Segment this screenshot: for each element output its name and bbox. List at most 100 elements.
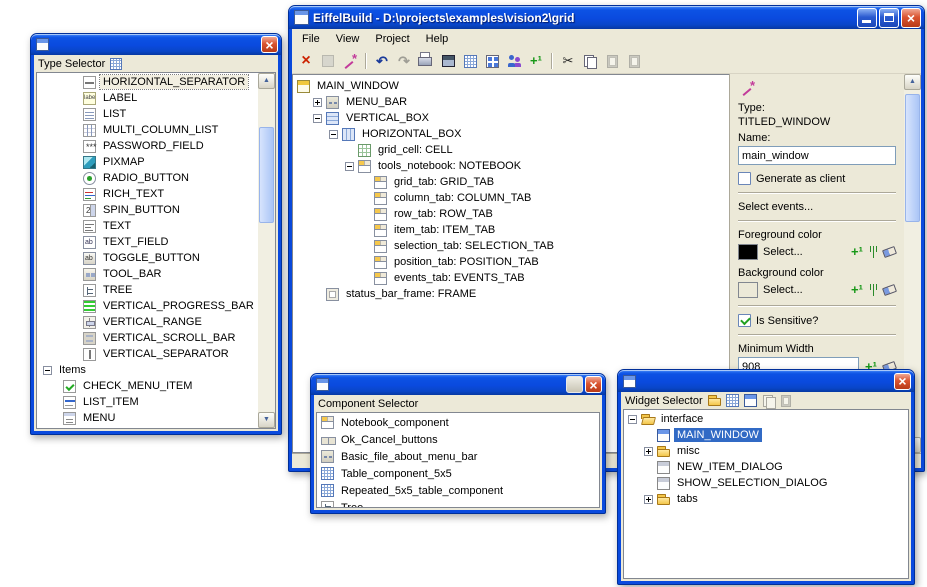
tree-item[interactable]: item_tab: ITEM_TAB xyxy=(293,222,729,238)
add-one-icon[interactable] xyxy=(850,245,864,259)
tree-item[interactable]: NEW_ITEM_DIALOG xyxy=(624,459,908,475)
is-sensitive-checkbox[interactable] xyxy=(738,314,751,327)
list-item[interactable]: VERTICAL_RANGE xyxy=(37,314,258,330)
scrollbar-track[interactable] xyxy=(258,89,275,412)
menu-help[interactable]: Help xyxy=(418,30,457,48)
list-item[interactable]: TOOL_BAR xyxy=(37,266,258,282)
title-bar[interactable] xyxy=(31,34,281,55)
scroll-up-button[interactable] xyxy=(904,74,921,90)
menu-file[interactable]: File xyxy=(294,30,328,48)
list-item[interactable]: LIST xyxy=(37,106,258,122)
grid-icon[interactable] xyxy=(460,51,480,71)
tree-item[interactable]: VERTICAL_BOX xyxy=(293,110,729,126)
list-item[interactable]: LABEL xyxy=(37,90,258,106)
expander-minus-icon[interactable] xyxy=(628,415,637,424)
paste-icon[interactable] xyxy=(780,394,792,407)
list-item[interactable]: VERTICAL_PROGRESS_BAR xyxy=(37,298,258,314)
list-item[interactable]: HORIZONTAL_SEPARATOR xyxy=(37,74,258,90)
tree-item[interactable]: MAIN_WINDOW xyxy=(624,427,908,443)
scrollbar-thumb[interactable] xyxy=(259,127,274,223)
tree-item[interactable]: SHOW_SELECTION_DIALOG xyxy=(624,475,908,491)
tree-item[interactable]: position_tab: POSITION_TAB xyxy=(293,254,729,270)
minimize-button[interactable] xyxy=(857,8,877,28)
tiles-icon[interactable] xyxy=(482,51,502,71)
paste-icon[interactable] xyxy=(602,51,622,71)
save-icon[interactable] xyxy=(318,51,338,71)
redo-icon[interactable] xyxy=(394,51,414,71)
expander-plus-icon[interactable] xyxy=(644,495,653,504)
scrollbar-thumb[interactable] xyxy=(905,94,920,222)
list-item[interactable]: MULTI_COLUMN_LIST xyxy=(37,122,258,138)
expander-minus-icon[interactable] xyxy=(345,162,354,171)
folder-icon[interactable] xyxy=(708,394,721,407)
tree-item[interactable]: HORIZONTAL_BOX xyxy=(293,126,729,142)
list-item[interactable]: Repeated_5x5_table_component xyxy=(317,482,599,499)
list-item[interactable]: VERTICAL_SEPARATOR xyxy=(37,346,258,362)
scroll-up-button[interactable] xyxy=(258,73,275,89)
grid-icon[interactable] xyxy=(726,394,739,407)
list-item[interactable]: Notebook_component xyxy=(317,414,599,431)
maximize-button[interactable] xyxy=(879,8,899,28)
list-item[interactable]: Ok_Cancel_buttons xyxy=(317,431,599,448)
list-item[interactable]: CHECK_MENU_ITEM xyxy=(37,378,258,394)
tree-item[interactable]: tools_notebook: NOTEBOOK xyxy=(293,158,729,174)
expander-minus-icon[interactable] xyxy=(43,366,52,375)
close-button[interactable] xyxy=(585,376,602,393)
expander-plus-icon[interactable] xyxy=(313,98,322,107)
foreground-select-button[interactable]: Select... xyxy=(763,246,803,258)
delete-icon[interactable] xyxy=(296,51,316,71)
window-icon[interactable] xyxy=(438,51,458,71)
scroll-down-button[interactable] xyxy=(258,412,275,428)
list-item[interactable]: TOGGLE_BUTTON xyxy=(37,250,258,266)
tree-item[interactable]: status_bar_frame: FRAME xyxy=(293,286,729,302)
list-item[interactable]: RICH_TEXT xyxy=(37,186,258,202)
list-item[interactable]: Tree xyxy=(317,499,599,507)
copy-icon[interactable] xyxy=(762,394,775,407)
list-item[interactable]: VERTICAL_SCROLL_BAR xyxy=(37,330,258,346)
tools-wand-icon[interactable] xyxy=(738,78,758,98)
cut-icon[interactable] xyxy=(558,51,578,71)
menu-project[interactable]: Project xyxy=(367,30,417,48)
tree-item[interactable]: MENU_BAR xyxy=(293,94,729,110)
copy-icon[interactable] xyxy=(580,51,600,71)
list-item[interactable]: Table_component_5x5 xyxy=(317,465,599,482)
add-one-icon[interactable] xyxy=(850,283,864,297)
list-item[interactable]: RADIO_BUTTON xyxy=(37,170,258,186)
close-button[interactable] xyxy=(261,36,278,53)
tree-item[interactable]: MAIN_WINDOW xyxy=(293,78,729,94)
generate-as-client-checkbox[interactable] xyxy=(738,172,751,185)
title-bar[interactable] xyxy=(311,374,605,395)
tree-item[interactable]: interface xyxy=(624,411,908,427)
print-icon[interactable] xyxy=(416,51,436,71)
menu-view[interactable]: View xyxy=(328,30,368,48)
tree-item[interactable]: column_tab: COLUMN_TAB xyxy=(293,190,729,206)
close-button[interactable] xyxy=(901,8,921,28)
list-item[interactable]: SPIN_BUTTON xyxy=(37,202,258,218)
list-item[interactable]: PASSWORD_FIELD xyxy=(37,138,258,154)
select-events-link[interactable]: Select events... xyxy=(738,201,896,213)
title-bar[interactable] xyxy=(618,370,914,392)
wand-icon[interactable] xyxy=(340,51,360,71)
list-item[interactable]: TEXT_FIELD xyxy=(37,234,258,250)
add-one-icon[interactable] xyxy=(526,51,546,71)
tree-item[interactable]: events_tab: EVENTS_TAB xyxy=(293,270,729,286)
expander-minus-icon[interactable] xyxy=(329,130,338,139)
list-item[interactable]: TEXT xyxy=(37,218,258,234)
tree-item[interactable]: selection_tab: SELECTION_TAB xyxy=(293,238,729,254)
expander-plus-icon[interactable] xyxy=(644,447,653,456)
tree-group[interactable]: Items xyxy=(37,362,258,378)
tree-item[interactable]: row_tab: ROW_TAB xyxy=(293,206,729,222)
fork-icon[interactable] xyxy=(869,246,878,258)
clipboard-icon[interactable] xyxy=(624,51,644,71)
type-selector-scrollbar[interactable] xyxy=(258,73,275,428)
list-item[interactable]: TREE xyxy=(37,282,258,298)
grid-icon[interactable] xyxy=(110,58,122,70)
eraser-icon[interactable] xyxy=(882,246,897,258)
users-icon[interactable] xyxy=(504,51,524,71)
tree-item[interactable]: tabs xyxy=(624,491,908,507)
background-select-button[interactable]: Select... xyxy=(763,284,803,296)
tree-item[interactable]: misc xyxy=(624,443,908,459)
tree-item[interactable]: grid_tab: GRID_TAB xyxy=(293,174,729,190)
list-item[interactable]: PIXMAP xyxy=(37,154,258,170)
expander-minus-icon[interactable] xyxy=(313,114,322,123)
